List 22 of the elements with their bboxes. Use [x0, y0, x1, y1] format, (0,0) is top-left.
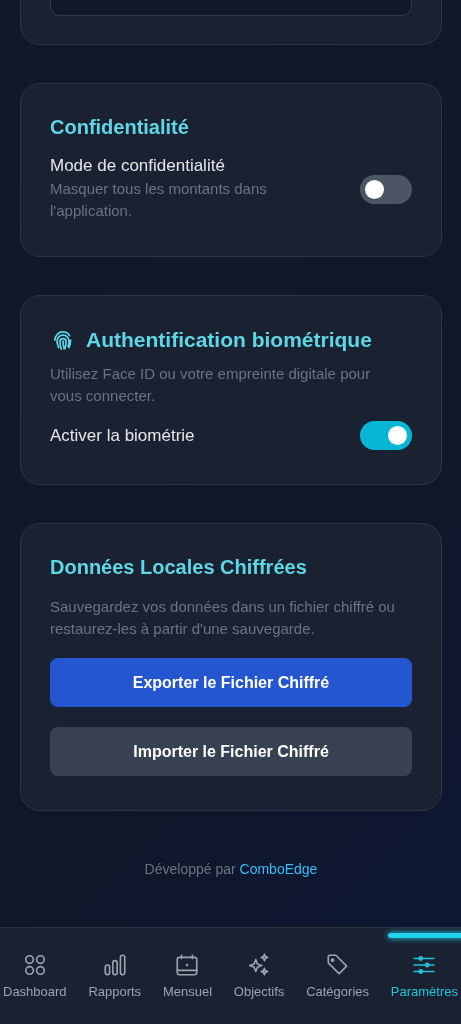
- bar-chart-icon: [101, 952, 128, 978]
- section-description: Utilisez Face ID ou votre empreinte digitale pour vous connecter.: [50, 364, 372, 407]
- setting-label: Activer la biométrie: [50, 425, 195, 446]
- section-description: Sauvegardez vos données dans un fichier chiffré ou restaurez-les à partir d'une sauvegarde.: [50, 597, 395, 640]
- nav-tab[interactable]: Dashboard: [3, 928, 67, 1024]
- footer-link[interactable]: ComboEdge: [239, 861, 318, 878]
- export-button[interactable]: Exporter le Fichier Chiffré: [50, 658, 412, 708]
- setting-description: Masquer tous les montants dans l'application.: [50, 179, 268, 221]
- nav-tab[interactable]: Rapports: [88, 928, 142, 1024]
- section-title: Confidentialité: [50, 115, 190, 140]
- nav-tab[interactable]: Objectifs: [233, 928, 285, 1024]
- section-title: Données Locales Chiffrées: [50, 555, 308, 581]
- setting-label: Mode de confidentialité: [50, 156, 226, 176]
- nav-tab[interactable]: Paramètres: [390, 928, 458, 1024]
- footer-text: Développé par: [144, 861, 236, 878]
- nav-tab[interactable]: Catégories: [306, 928, 369, 1024]
- toggle-switch[interactable]: [360, 421, 412, 451]
- nav-tab[interactable]: Mensuel: [162, 928, 213, 1024]
- import-button[interactable]: Importer le Fichier Chiffré: [50, 727, 412, 777]
- toggle-switch[interactable]: [360, 174, 412, 204]
- section-title: Authentification biométrique: [86, 327, 372, 353]
- calendar-icon: [174, 952, 201, 978]
